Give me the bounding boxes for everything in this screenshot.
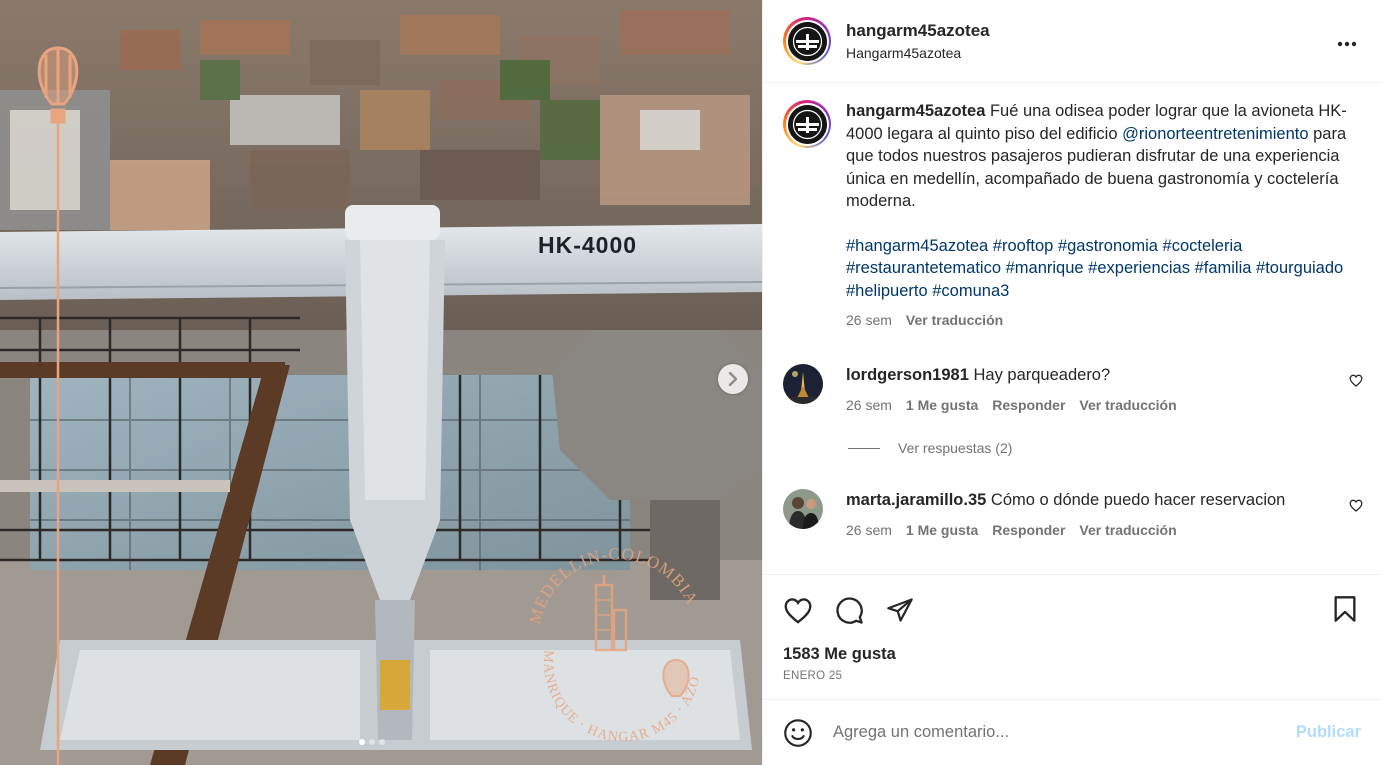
- comment-time[interactable]: 26 sem: [846, 394, 892, 417]
- view-replies-label: Ver respuestas (2): [898, 440, 1013, 456]
- like-button[interactable]: [783, 597, 813, 624]
- post-date[interactable]: ENERO 25: [783, 670, 1361, 682]
- hashtag-link[interactable]: #comuna3: [932, 282, 1009, 300]
- emoji-icon: [784, 718, 812, 747]
- avatar-photo: [783, 489, 823, 529]
- translate-link[interactable]: Ver traducción: [1079, 394, 1176, 417]
- likes-count[interactable]: 1583 Me gusta: [783, 645, 1361, 664]
- hashtag-link[interactable]: #tourguiado: [1256, 259, 1343, 277]
- translate-link[interactable]: Ver traducción: [1079, 519, 1176, 542]
- comment-time[interactable]: 26 sem: [846, 519, 892, 542]
- heart-icon: [1349, 374, 1363, 387]
- plane-registration-text: HK-4000: [538, 232, 637, 258]
- hangar-logo-icon: [787, 104, 827, 144]
- hashtag-link[interactable]: #experiencias: [1088, 259, 1190, 277]
- author-subtitle[interactable]: Hangarm45azotea: [846, 45, 990, 61]
- more-icon: [1337, 41, 1357, 47]
- hangar-logo-icon: [787, 21, 827, 61]
- caption-hashtags: #hangarm45azotea #rooftop #gastronomia #…: [846, 235, 1353, 303]
- hashtag-link[interactable]: #helipuerto: [846, 282, 928, 300]
- heart-icon: [1349, 499, 1363, 512]
- rooftop-plane-photo: HK-4000 MEDELLIN-COLOMBIA MANRIQUE · HAN…: [0, 0, 762, 765]
- hashtag-link[interactable]: #restaurantetematico: [846, 259, 1001, 277]
- hashtag-link[interactable]: #gastronomia: [1058, 237, 1158, 255]
- commenter-avatar[interactable]: [783, 364, 823, 404]
- post-viewer: HK-4000 MEDELLIN-COLOMBIA MANRIQUE · HAN…: [0, 0, 1381, 765]
- view-replies-button[interactable]: Ver respuestas (2): [848, 440, 1012, 456]
- comments-list[interactable]: hangarm45azotea Fué una odisea poder log…: [763, 84, 1381, 574]
- comment: lordgerson1981 Hay parqueadero? 26 sem 1…: [783, 364, 1363, 416]
- author-username[interactable]: hangarm45azotea: [846, 21, 990, 41]
- carousel-dots: [359, 739, 385, 745]
- caption-translate-link[interactable]: Ver traducción: [906, 309, 1003, 332]
- carousel-dot[interactable]: [379, 739, 385, 745]
- post-image[interactable]: HK-4000 MEDELLIN-COLOMBIA MANRIQUE · HAN…: [0, 0, 762, 765]
- carousel-dot[interactable]: [359, 739, 365, 745]
- hashtag-link[interactable]: #familia: [1195, 259, 1252, 277]
- caption: hangarm45azotea Fué una odisea poder log…: [783, 100, 1363, 332]
- carousel-next-button[interactable]: [718, 364, 748, 394]
- commenter-avatar[interactable]: [783, 489, 823, 529]
- post-details-panel: hangarm45azotea Hangarm45azotea hangarm4…: [762, 0, 1381, 765]
- carousel-dot[interactable]: [369, 739, 375, 745]
- share-button[interactable]: [886, 597, 914, 623]
- emoji-button[interactable]: [783, 718, 813, 748]
- reply-button[interactable]: Responder: [992, 394, 1065, 417]
- comment-like-button[interactable]: [1349, 374, 1363, 392]
- comment-like-button[interactable]: [1349, 499, 1363, 517]
- comment-input[interactable]: [833, 723, 1296, 742]
- hashtag-link[interactable]: #manrique: [1006, 259, 1084, 277]
- avatar-photo: [783, 364, 823, 404]
- heart-icon: [784, 597, 812, 624]
- comment: marta.jaramillo.35 Cómo o dónde puedo ha…: [783, 489, 1363, 541]
- reply-button[interactable]: Responder: [992, 519, 1065, 542]
- chevron-right-icon: [728, 372, 738, 386]
- caption-mention-link[interactable]: @rionorteentretenimiento: [1122, 125, 1308, 143]
- hashtag-link[interactable]: #cocteleria: [1163, 237, 1243, 255]
- bookmark-icon: [1334, 596, 1356, 622]
- comment-meta: 26 sem 1 Me gusta Responder Ver traducci…: [846, 519, 1363, 542]
- comment-text: Cómo o dónde puedo hacer reservacion: [990, 491, 1286, 509]
- publish-button[interactable]: Publicar: [1296, 723, 1361, 742]
- hashtag-link[interactable]: #rooftop: [993, 237, 1054, 255]
- comment-text: Hay parqueadero?: [973, 366, 1111, 384]
- comment-meta: 26 sem 1 Me gusta Responder Ver traducci…: [846, 394, 1363, 417]
- share-icon: [887, 598, 913, 622]
- comment-username[interactable]: marta.jaramillo.35: [846, 491, 986, 509]
- comment-likes[interactable]: 1 Me gusta: [906, 519, 978, 542]
- author-avatar[interactable]: [783, 17, 831, 65]
- comment-button[interactable]: [835, 596, 864, 625]
- comment-likes[interactable]: 1 Me gusta: [906, 394, 978, 417]
- caption-avatar[interactable]: [783, 100, 831, 148]
- post-actions: 1583 Me gusta ENERO 25: [763, 574, 1381, 682]
- more-options-button[interactable]: [1337, 34, 1357, 52]
- save-button[interactable]: [1333, 595, 1357, 628]
- caption-time[interactable]: 26 sem: [846, 309, 892, 332]
- hashtag-link[interactable]: #hangarm45azotea: [846, 237, 988, 255]
- add-comment-bar: Publicar: [763, 699, 1381, 765]
- post-header: hangarm45azotea Hangarm45azotea: [763, 0, 1381, 83]
- comment-icon: [836, 596, 863, 624]
- caption-meta: 26 sem Ver traducción: [846, 309, 1353, 332]
- caption-username[interactable]: hangarm45azotea: [846, 102, 985, 120]
- comment-username[interactable]: lordgerson1981: [846, 366, 969, 384]
